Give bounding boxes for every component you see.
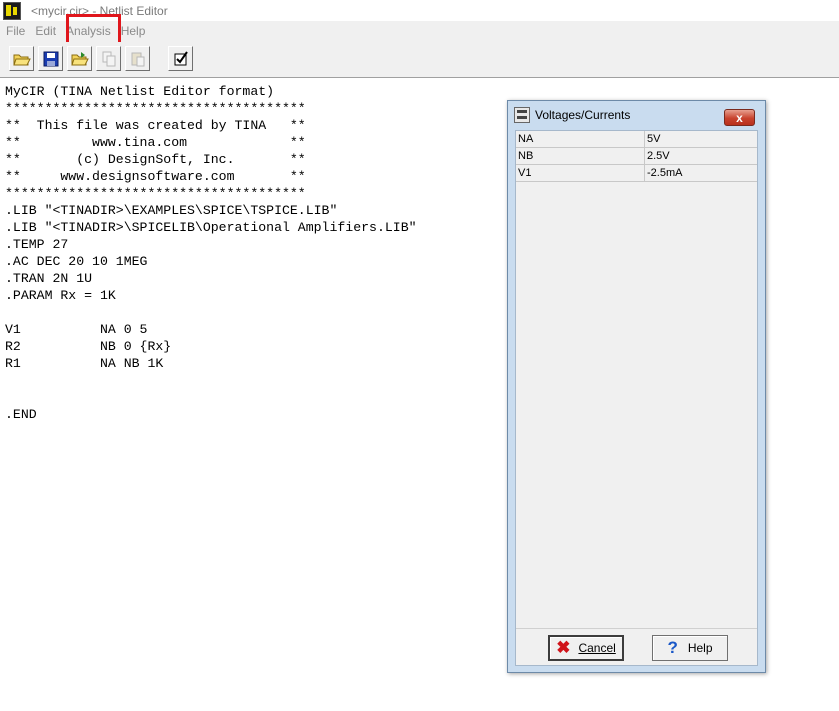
close-button[interactable]: x <box>724 109 755 126</box>
row-name: NA <box>516 131 645 147</box>
menu-help[interactable]: Help <box>116 21 151 42</box>
help-button[interactable]: ? Help <box>652 635 728 661</box>
menu-bar: File Edit Analysis Help <box>0 21 839 42</box>
close-icon: x <box>736 110 743 125</box>
table-icon <box>514 107 530 123</box>
row-value: 2.5V <box>647 150 670 162</box>
open-folder-icon <box>12 54 31 65</box>
paste-button[interactable] <box>125 46 150 71</box>
cancel-button[interactable]: ✖ Cancel <box>548 635 624 661</box>
toolbar <box>0 42 839 78</box>
app-icon[interactable] <box>3 1 21 20</box>
paste-icon <box>131 52 144 66</box>
dialog-title: Voltages/Currents <box>535 108 631 122</box>
check-button[interactable] <box>168 46 193 71</box>
open-file-button[interactable] <box>67 46 92 71</box>
cancel-x-icon: ✖ <box>556 638 571 657</box>
help-label: Help <box>687 641 713 655</box>
dialog-body: NA 5V NB 2.5V V1 -2.5mA ✖ Cancel ? Help <box>515 130 758 666</box>
table-row[interactable]: NB 2.5V <box>516 148 757 165</box>
menu-edit[interactable]: Edit <box>30 21 61 42</box>
menu-analysis[interactable]: Analysis <box>61 21 116 42</box>
save-button[interactable] <box>38 46 63 71</box>
window-title: <mycir.cir> - Netlist Editor <box>31 3 168 18</box>
open-file-icon <box>70 51 89 65</box>
results-grid[interactable]: NA 5V NB 2.5V V1 -2.5mA <box>516 131 757 629</box>
row-name: V1 <box>516 165 645 181</box>
title-bar: <mycir.cir> - Netlist Editor <box>0 0 839 21</box>
menu-file[interactable]: File <box>0 21 30 42</box>
copy-icon <box>102 51 115 66</box>
check-icon <box>174 50 188 65</box>
cancel-label: Cancel <box>578 641 616 655</box>
row-value: -2.5mA <box>647 167 683 179</box>
table-row[interactable]: V1 -2.5mA <box>516 165 757 182</box>
voltages-currents-dialog: Voltages/Currents x NA 5V NB 2.5V V1 -2.… <box>507 100 766 673</box>
open-folder-button[interactable] <box>9 46 34 71</box>
table-row[interactable]: NA 5V <box>516 131 757 148</box>
row-value: 5V <box>647 133 661 145</box>
help-question-icon: ? <box>667 638 678 657</box>
row-name: NB <box>516 148 645 164</box>
copy-button[interactable] <box>96 46 121 71</box>
save-icon <box>43 51 58 66</box>
